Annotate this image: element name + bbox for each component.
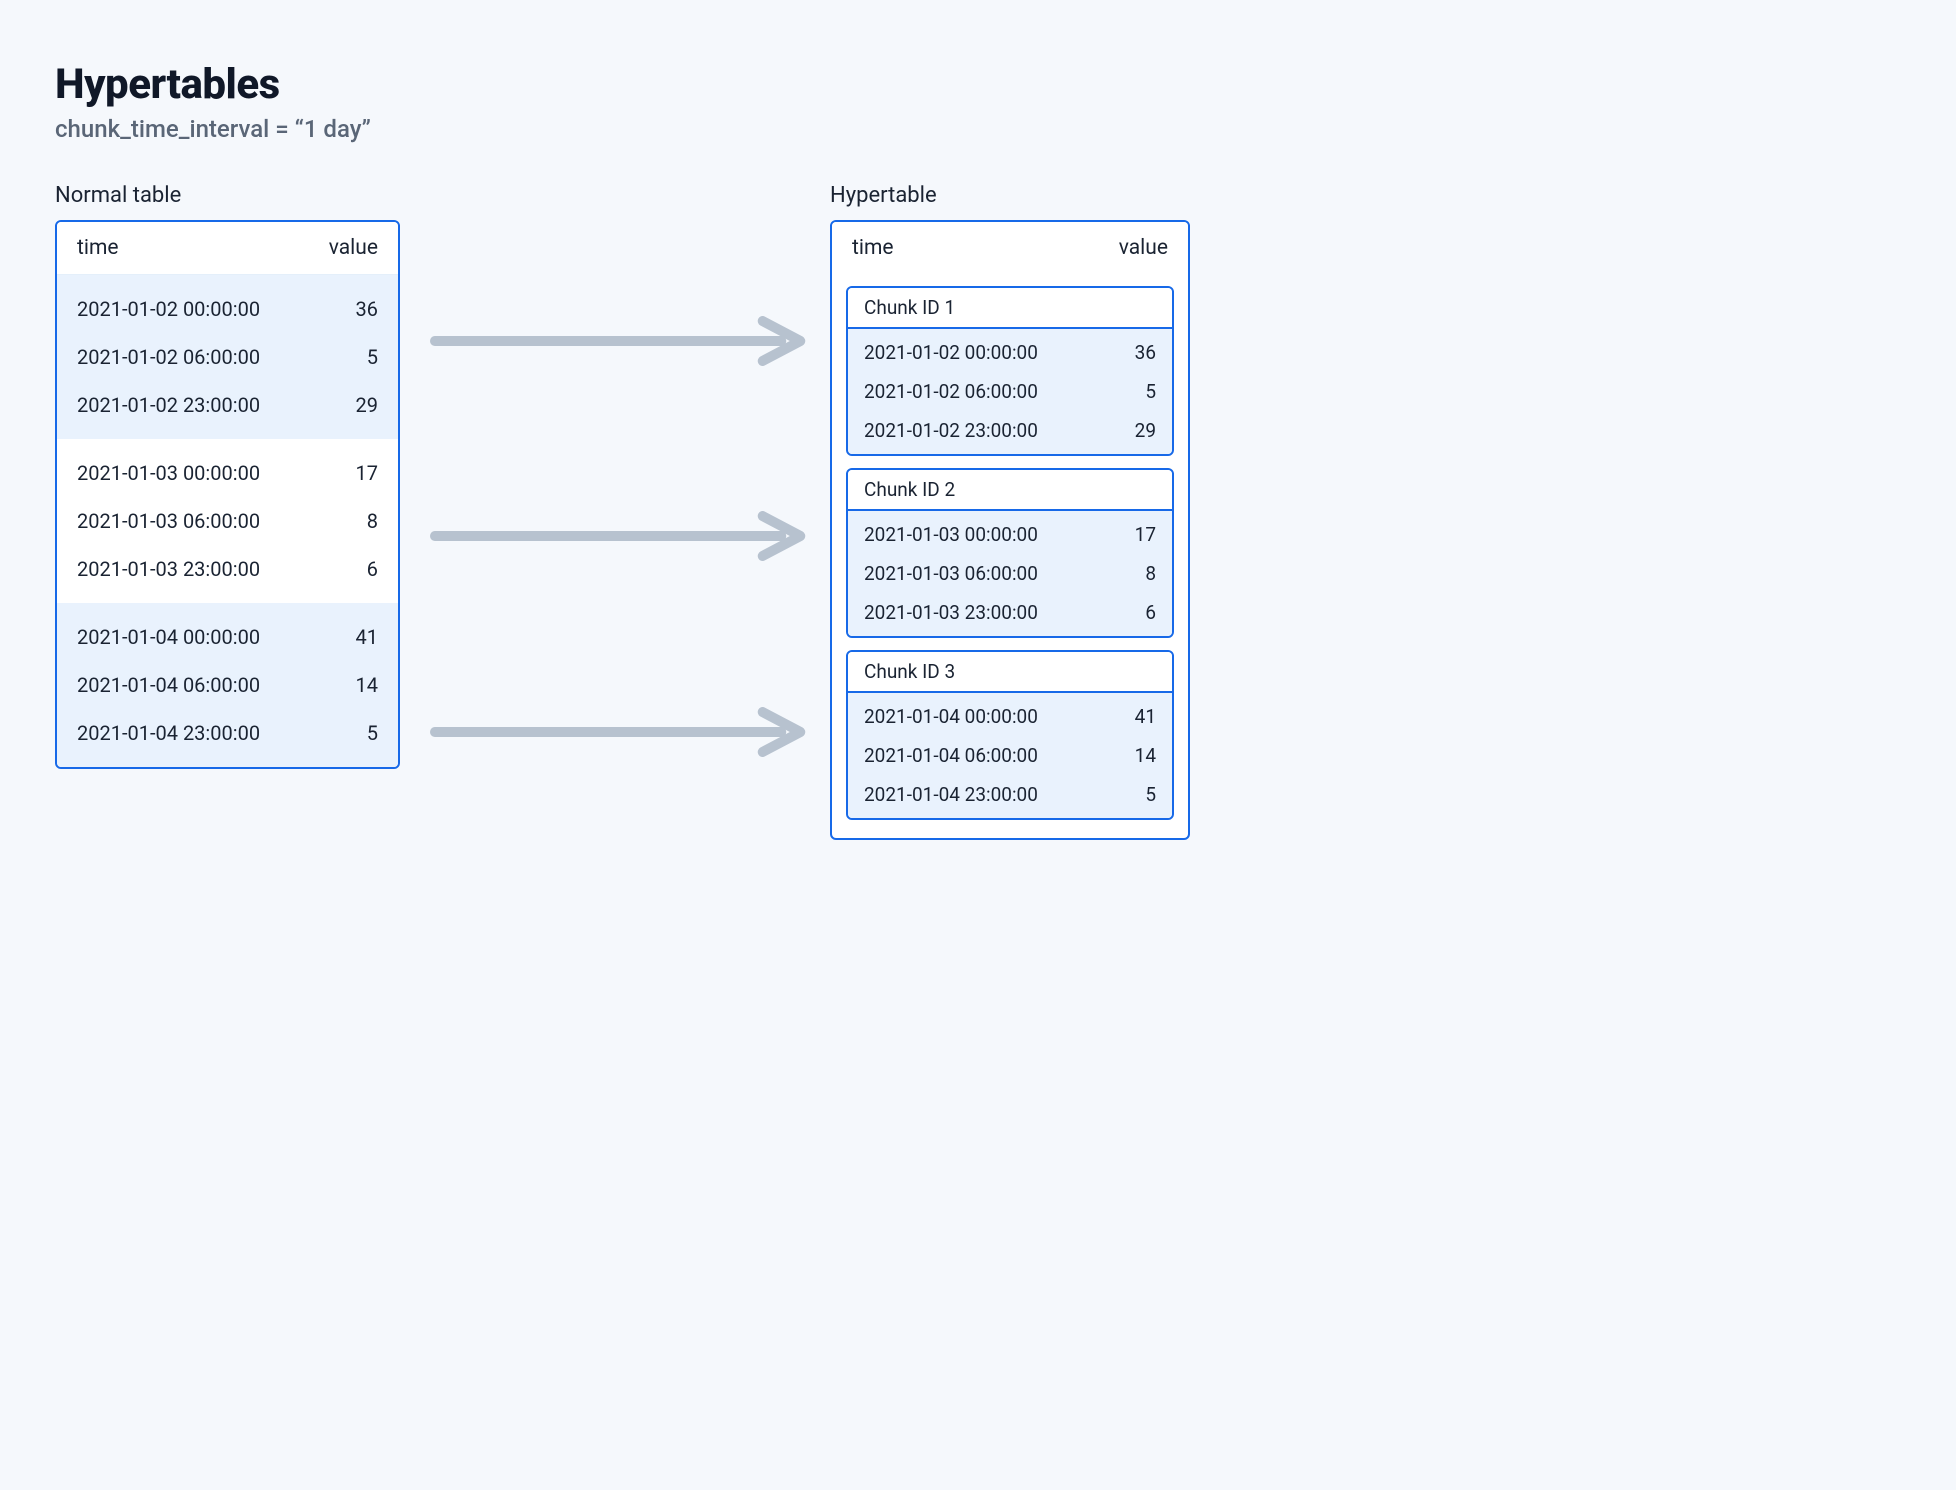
cell-time: 2021-01-03 23:00:00 xyxy=(864,601,1038,624)
table-row: 2021-01-03 23:00:00 6 xyxy=(848,593,1172,632)
cell-value: 8 xyxy=(1145,562,1156,585)
cell-time: 2021-01-02 00:00:00 xyxy=(864,341,1038,364)
table-row: 2021-01-03 23:00:00 6 xyxy=(57,545,398,593)
diagram-row: Normal table time value 2021-01-02 00:00… xyxy=(55,183,1190,840)
arrow-right-icon xyxy=(430,446,810,626)
cell-time: 2021-01-04 06:00:00 xyxy=(864,744,1038,767)
col-value-header: value xyxy=(329,236,378,260)
chunk-header: Chunk ID 1 xyxy=(848,288,1172,329)
table-row: 2021-01-02 23:00:00 29 xyxy=(57,381,398,429)
page-subtitle: chunk_time_interval = “1 day” xyxy=(55,115,1190,143)
chunk-body: 2021-01-03 00:00:00 17 2021-01-03 06:00:00… xyxy=(848,511,1172,636)
cell-time: 2021-01-03 23:00:00 xyxy=(77,557,260,581)
cell-value: 29 xyxy=(1135,419,1156,442)
cell-value: 5 xyxy=(1145,783,1156,806)
normal-table-label: Normal table xyxy=(55,183,400,208)
table-row: 2021-01-03 00:00:00 17 xyxy=(848,515,1172,554)
cell-value: 41 xyxy=(1135,705,1156,728)
table-group: 2021-01-04 00:00:00 41 2021-01-04 06:00:00… xyxy=(57,603,398,767)
arrows-column xyxy=(400,183,830,840)
cell-time: 2021-01-03 00:00:00 xyxy=(77,461,260,485)
cell-value: 6 xyxy=(1145,601,1156,624)
cell-value: 36 xyxy=(356,297,378,321)
col-time-header: time xyxy=(852,236,894,260)
cell-time: 2021-01-02 23:00:00 xyxy=(864,419,1038,442)
table-row: 2021-01-02 06:00:00 5 xyxy=(57,333,398,381)
page-title: Hypertables xyxy=(55,60,1190,109)
table-row: 2021-01-04 23:00:00 5 xyxy=(57,709,398,757)
cell-time: 2021-01-03 06:00:00 xyxy=(77,509,260,533)
hypertable-label: Hypertable xyxy=(830,183,1190,208)
cell-time: 2021-01-02 23:00:00 xyxy=(77,393,260,417)
cell-time: 2021-01-04 00:00:00 xyxy=(77,625,260,649)
table-row: 2021-01-03 06:00:00 8 xyxy=(848,554,1172,593)
cell-value: 36 xyxy=(1135,341,1156,364)
chunk-header: Chunk ID 3 xyxy=(848,652,1172,693)
table-row: 2021-01-02 00:00:00 36 xyxy=(848,333,1172,372)
table-row: 2021-01-04 00:00:00 41 xyxy=(848,697,1172,736)
cell-value: 14 xyxy=(1135,744,1156,767)
table-header: time value xyxy=(832,222,1188,274)
cell-time: 2021-01-04 06:00:00 xyxy=(77,673,260,697)
table-row: 2021-01-02 23:00:00 29 xyxy=(848,411,1172,450)
cell-value: 41 xyxy=(356,625,378,649)
table-row: 2021-01-04 06:00:00 14 xyxy=(57,661,398,709)
table-row: 2021-01-03 06:00:00 8 xyxy=(57,497,398,545)
chunk-header: Chunk ID 2 xyxy=(848,470,1172,511)
table-row: 2021-01-04 06:00:00 14 xyxy=(848,736,1172,775)
chunk-body: 2021-01-04 00:00:00 41 2021-01-04 06:00:00… xyxy=(848,693,1172,818)
cell-value: 5 xyxy=(367,345,378,369)
col-value-header: value xyxy=(1119,236,1168,260)
chunk: Chunk ID 22021-01-03 00:00:00172021-01-0… xyxy=(846,468,1174,638)
cell-time: 2021-01-02 06:00:00 xyxy=(77,345,260,369)
cell-time: 2021-01-02 00:00:00 xyxy=(77,297,260,321)
hypertable-column: Hypertable time value Chunk ID 1 2021-01-… xyxy=(830,183,1190,840)
cell-time: 2021-01-04 23:00:00 xyxy=(864,783,1038,806)
col-time-header: time xyxy=(77,236,119,260)
cell-time: 2021-01-02 06:00:00 xyxy=(864,380,1038,403)
cell-value: 17 xyxy=(356,461,378,485)
cell-value: 17 xyxy=(1135,523,1156,546)
table-row: 2021-01-03 00:00:00 17 xyxy=(57,449,398,497)
chunk: Chunk ID 32021-01-04 00:00:00412021-01-0… xyxy=(846,650,1174,820)
normal-table: time value 2021-01-02 00:00:00362021-01-… xyxy=(55,220,400,769)
arrow-right-icon xyxy=(430,642,810,822)
arrow-right-icon xyxy=(430,251,810,431)
cell-value: 8 xyxy=(367,509,378,533)
chunk: Chunk ID 12021-01-02 00:00:00362021-01-0… xyxy=(846,286,1174,456)
cell-time: 2021-01-04 23:00:00 xyxy=(77,721,260,745)
chunk-body: 2021-01-02 00:00:00 36 2021-01-02 06:00:00… xyxy=(848,329,1172,454)
cell-time: 2021-01-03 00:00:00 xyxy=(864,523,1038,546)
cell-value: 14 xyxy=(356,673,378,697)
cell-time: 2021-01-03 06:00:00 xyxy=(864,562,1038,585)
cell-value: 6 xyxy=(367,557,378,581)
table-row: 2021-01-02 00:00:00 36 xyxy=(57,285,398,333)
table-row: 2021-01-02 06:00:00 5 xyxy=(848,372,1172,411)
table-header: time value xyxy=(57,222,398,275)
table-row: 2021-01-04 23:00:00 5 xyxy=(848,775,1172,814)
cell-value: 5 xyxy=(367,721,378,745)
hypertable: time value Chunk ID 1 2021-01-02 00:00:00… xyxy=(830,220,1190,840)
cell-time: 2021-01-04 00:00:00 xyxy=(864,705,1038,728)
table-group: 2021-01-03 00:00:00 17 2021-01-03 06:00:00… xyxy=(57,439,398,603)
normal-table-column: Normal table time value 2021-01-02 00:00… xyxy=(55,183,400,840)
cell-value: 29 xyxy=(356,393,378,417)
table-group: 2021-01-02 00:00:00 36 2021-01-02 06:00:00… xyxy=(57,275,398,439)
table-row: 2021-01-04 00:00:00 41 xyxy=(57,613,398,661)
cell-value: 5 xyxy=(1145,380,1156,403)
